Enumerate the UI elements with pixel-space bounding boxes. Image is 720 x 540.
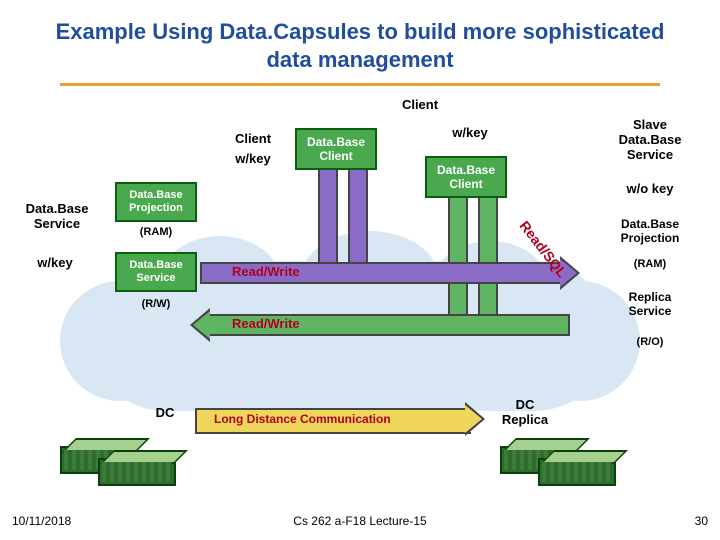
label-ram: (RAM)	[126, 226, 186, 239]
label-client-left: Client	[223, 132, 283, 147]
label-dc-replica: DC Replica	[490, 398, 560, 428]
label-client-top: Client	[380, 98, 460, 113]
label-slave-service: Slave Data.Base Service	[605, 118, 695, 163]
container-icon	[98, 458, 176, 486]
label-wkey-far-left: w/key	[20, 256, 90, 271]
label-db-service-left: Data.Base Service	[12, 202, 102, 232]
label-wkey-left: w/key	[223, 152, 283, 167]
footer-page-number: 30	[695, 514, 708, 528]
arrow-shaft	[478, 198, 498, 316]
label-replica-service: Replica Service	[615, 291, 685, 319]
label-wkey-top-right: w/key	[440, 126, 500, 141]
arrow-shaft	[318, 170, 338, 264]
label-wo-key: w/o key	[605, 182, 695, 197]
box-db-service: Data.Base Service	[115, 252, 197, 292]
box-db-client-right: Data.Base Client	[425, 156, 507, 198]
diagram-canvas: Client Client w/key Data.Base Client w/k…	[0, 86, 720, 506]
slide-title: Example Using Data.Capsules to build mor…	[0, 0, 720, 79]
footer-lecture: Cs 262 a-F18 Lecture-15	[293, 514, 426, 528]
footer-date: 10/11/2018	[12, 514, 71, 528]
label-ro-mode: (R/O)	[625, 336, 675, 349]
label-read-write-1: Read/Write	[232, 264, 300, 279]
arrow-shaft	[448, 198, 468, 316]
box-db-projection-left: Data.Base Projection	[115, 182, 197, 222]
container-icon	[538, 458, 616, 486]
label-long-distance: Long Distance Communication	[214, 412, 391, 426]
arrow-shaft	[348, 170, 368, 264]
label-read-write-2: Read/Write	[232, 316, 300, 331]
label-dc: DC	[145, 406, 185, 421]
label-rw-mode: (R/W)	[126, 298, 186, 311]
box-db-client-mid: Data.Base Client	[295, 128, 377, 170]
label-ram-right: (RAM)	[625, 258, 675, 271]
label-db-projection-right: Data.Base Projection	[605, 218, 695, 246]
